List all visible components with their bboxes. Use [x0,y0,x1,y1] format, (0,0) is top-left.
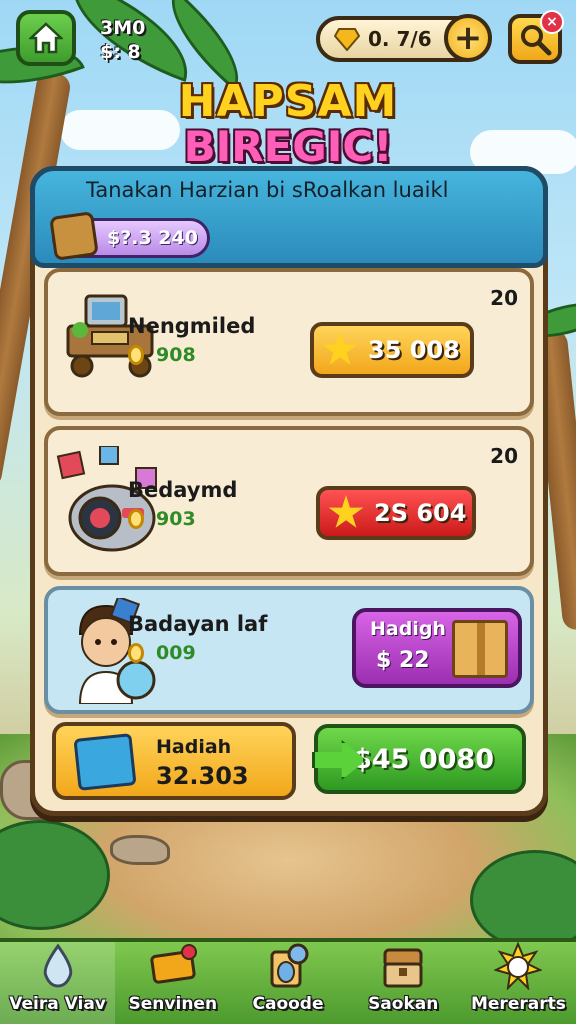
game-title-line-1: HAPSAM [178,76,398,127]
nav-label: Caoode [252,994,324,1014]
stat-level: 3M0 [100,17,146,39]
sun-icon [494,942,543,990]
player-stats: 3M0 $: 8 [100,16,145,64]
item-count: 20 [490,444,518,468]
gift-basket-icon [73,733,137,791]
item-name: Nengmiled [128,314,256,338]
item-sub-value-text: 908 [156,344,196,366]
coin-icon [128,643,144,663]
star-icon [328,495,364,528]
gem-icon [334,28,360,51]
potion-icon [270,943,309,988]
nav-label: Mererarts [470,994,566,1014]
item-count: 20 [490,286,518,310]
buy-button[interactable]: 2S 604 [316,486,476,540]
buy-button[interactable]: 35 008 [310,322,474,378]
home-icon [29,22,63,54]
gift-button[interactable]: Hadigh $ 22 [352,608,522,688]
nav-item-caoode[interactable]: Caoode [230,942,345,1024]
drop-icon [43,943,72,988]
nav-item-mererarts[interactable]: Mererarts [461,942,576,1024]
buy-button-label: 2S 604 [374,499,467,527]
chest-icon [383,948,423,988]
item-name: Bedaymd [128,478,238,502]
claim-button-label: $45 0080 [353,743,494,775]
game-title-line-2: BIREGIC! [183,122,393,171]
coin-icon [128,509,144,529]
gift-button-price: $ 22 [376,648,430,673]
nav-label: Saokan [368,994,439,1014]
item-name: Badayan laf [128,612,268,636]
shop-panel-title: Tanakan Harzian bi sRoalkan luaikl [86,178,449,202]
nav-item-veira-viav[interactable]: Veira Viav [0,942,116,1024]
add-gems-button[interactable]: + [444,14,492,62]
gem-value: 0. 7/6 [368,27,432,51]
badge-icon [150,944,197,984]
item-sub-value-text: 009 [156,642,196,664]
claim-button[interactable]: $45 0080 [312,724,526,794]
nav-item-saokan[interactable]: Saokan [346,942,461,1024]
star-icon [322,332,358,365]
nav-item-senvinen[interactable]: Senvinen [115,942,230,1024]
bonus-button[interactable]: Hadiah 32.303 [52,722,296,800]
coin-icon [128,345,144,365]
crate-icon [49,211,99,261]
nav-label: Veira Viav [9,994,106,1014]
close-icon[interactable]: × [540,10,564,34]
gift-box-icon [452,620,508,678]
bonus-value: 32.303 [156,762,249,790]
bonus-label: Hadiah [156,736,232,758]
buy-button-label: 35 008 [368,336,460,364]
item-sub-value: 009 [128,642,196,664]
item-sub-value-text: 903 [156,508,196,530]
home-button[interactable] [16,10,76,66]
rock [110,835,170,865]
nav-label: Senvinen [128,994,218,1014]
item-sub-value: 903 [128,508,196,530]
item-sub-value: 908 [128,344,196,366]
gift-button-label: Hadigh [370,618,446,640]
stat-cash: $: 8 [100,41,141,63]
bottom-nav: Veira Viav Senvinen Caoode Saokan Merera… [0,938,576,1024]
